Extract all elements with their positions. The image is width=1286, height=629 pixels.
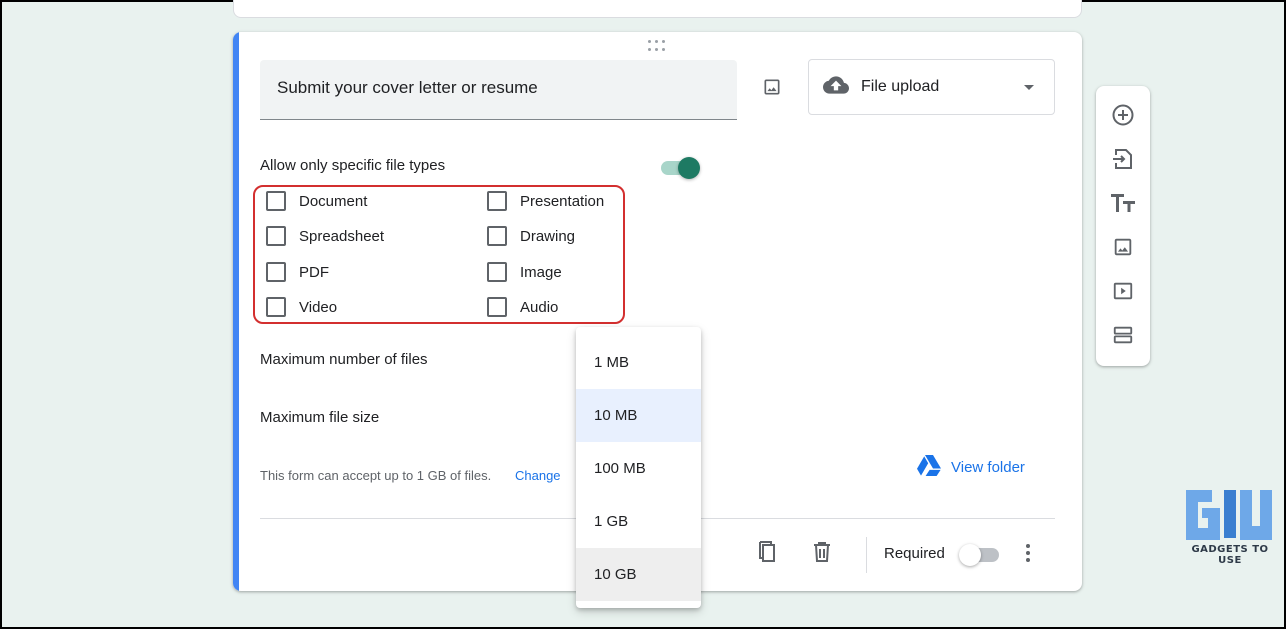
filetype-label: Presentation [520, 192, 605, 210]
checkbox[interactable] [266, 226, 286, 246]
max-file-size-dropdown[interactable]: 1 MB 10 MB 100 MB 1 GB 10 GB [576, 327, 701, 608]
filetype-pdf[interactable]: PDF [266, 262, 329, 282]
footer-separator [866, 537, 867, 573]
allow-specific-types-label: Allow only specific file types [260, 157, 446, 174]
max-size-label: Maximum file size [260, 409, 380, 426]
max-files-label: Maximum number of files [260, 351, 428, 368]
size-option[interactable]: 100 MB [576, 442, 701, 495]
gadgets-to-use-watermark: GADGETS TO USE [1180, 486, 1280, 566]
filetype-document[interactable]: Document [266, 191, 367, 211]
filetype-label: Document [299, 192, 368, 210]
checkbox[interactable] [487, 297, 507, 317]
filetype-label: Video [299, 298, 338, 316]
filetype-video[interactable]: Video [266, 297, 337, 317]
question-title-input[interactable]: Submit your cover letter or resume [260, 60, 737, 120]
filetype-spreadsheet[interactable]: Spreadsheet [266, 226, 384, 246]
required-label: Required [884, 545, 945, 562]
filetype-label: Audio [520, 298, 559, 316]
drag-handle-icon[interactable] [648, 40, 668, 52]
filetype-audio[interactable]: Audio [487, 297, 558, 317]
add-image-icon[interactable] [1109, 233, 1137, 261]
checkbox[interactable] [487, 262, 507, 282]
delete-icon[interactable] [809, 539, 835, 565]
accept-limit-note: This form can accept up to 1 GB of files… [260, 468, 492, 483]
add-video-icon[interactable] [1109, 277, 1137, 305]
filetype-drawing[interactable]: Drawing [487, 226, 575, 246]
filetype-presentation[interactable]: Presentation [487, 191, 604, 211]
google-drive-icon [917, 455, 941, 480]
change-limit-link[interactable]: Change [515, 468, 561, 483]
watermark-logo [1186, 490, 1272, 540]
floating-toolbar [1096, 86, 1150, 366]
filetype-label: Image [520, 263, 562, 281]
size-option[interactable]: 1 MB [576, 336, 701, 389]
add-question-icon[interactable] [1109, 101, 1137, 129]
active-card-accent [233, 32, 239, 591]
size-option-selected[interactable]: 10 MB [576, 389, 701, 442]
checkbox[interactable] [487, 191, 507, 211]
checkbox[interactable] [266, 297, 286, 317]
size-option[interactable]: 1 GB [576, 495, 701, 548]
more-options-icon[interactable] [1020, 540, 1036, 566]
image-icon[interactable] [759, 74, 785, 100]
filetype-label: PDF [299, 263, 329, 281]
checkbox[interactable] [266, 191, 286, 211]
previous-question-card [233, 0, 1082, 18]
question-type-select[interactable]: File upload [808, 59, 1055, 115]
view-folder-link[interactable]: View folder [917, 455, 1025, 480]
chevron-down-icon [1024, 84, 1034, 90]
size-option-hovered[interactable]: 10 GB [576, 548, 701, 601]
allow-specific-types-toggle[interactable] [661, 156, 701, 179]
checkbox[interactable] [487, 226, 507, 246]
cloud-upload-icon [823, 75, 849, 100]
view-folder-label: View folder [951, 459, 1025, 476]
required-toggle[interactable] [959, 543, 1003, 567]
filetype-image[interactable]: Image [487, 262, 562, 282]
checkbox[interactable] [266, 262, 286, 282]
filetype-label: Spreadsheet [299, 227, 385, 245]
add-title-icon[interactable] [1109, 189, 1137, 217]
duplicate-icon[interactable] [755, 539, 781, 565]
question-type-label: File upload [861, 78, 940, 95]
import-questions-icon[interactable] [1109, 145, 1137, 173]
watermark-text: GADGETS TO USE [1191, 544, 1269, 566]
add-section-icon[interactable] [1109, 321, 1137, 349]
filetype-label: Drawing [520, 227, 576, 245]
